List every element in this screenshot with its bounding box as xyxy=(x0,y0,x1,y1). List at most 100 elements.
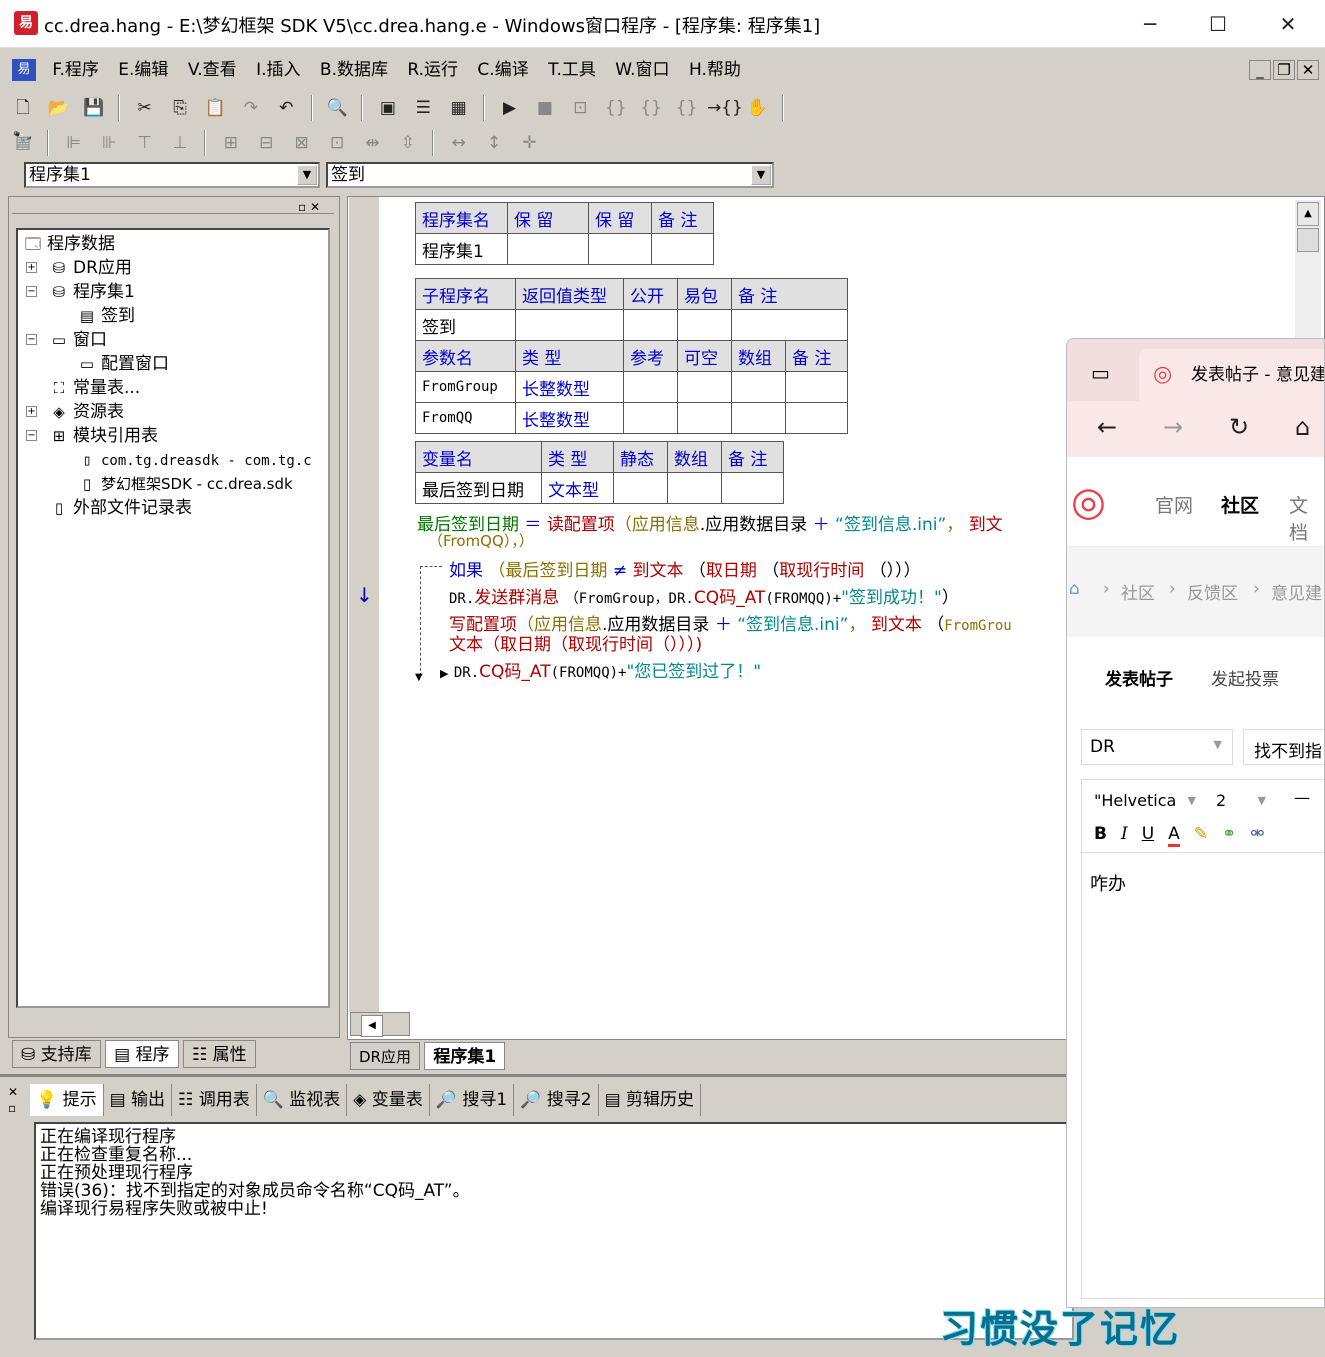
table-cell[interactable] xyxy=(785,371,848,403)
collapse-icon[interactable]: − xyxy=(26,430,37,441)
menu-compile[interactable]: C.编译 xyxy=(470,52,535,88)
table-cell[interactable]: 长整数型 xyxy=(515,402,624,434)
chevron-down-icon[interactable]: ▼ xyxy=(751,165,771,185)
output-close-button[interactable]: ✕ xyxy=(8,1084,18,1100)
tab-program[interactable]: ▤ 程序 xyxy=(105,1040,179,1068)
back-icon[interactable]: ← xyxy=(1097,413,1117,441)
table-cell[interactable] xyxy=(613,472,668,504)
step-icon[interactable]: ⊡ xyxy=(565,93,595,123)
table-cell[interactable] xyxy=(667,472,722,504)
tab-search1[interactable]: 🔎 搜寻1 xyxy=(430,1084,515,1116)
chevron-down-icon[interactable]: ▼ xyxy=(297,165,317,185)
new-file-icon[interactable]: 🗋 xyxy=(8,93,38,123)
spellcheck-icon[interactable]: ✎ xyxy=(1194,824,1208,844)
menu-help[interactable]: H.帮助 xyxy=(682,52,748,88)
stop-icon[interactable]: ■ xyxy=(530,93,560,123)
breadcrumb-item[interactable]: 反馈区 xyxy=(1187,579,1238,604)
height-icon[interactable]: ↕ xyxy=(479,128,509,158)
home-icon[interactable]: ⌂ xyxy=(1069,579,1080,599)
menu-tools[interactable]: T.工具 xyxy=(541,52,603,88)
code-line[interactable]: DR.发送群消息 （FromGroup，DR.CQ码_AT(FROMQQ)+"签… xyxy=(449,583,959,608)
hr-icon[interactable]: — xyxy=(1294,788,1310,807)
table-cell[interactable] xyxy=(507,233,589,265)
table-cell[interactable]: 文本型 xyxy=(541,472,614,504)
tab-new-poll[interactable]: 发起投票 xyxy=(1211,665,1279,690)
menu-database[interactable]: B.数据库 xyxy=(313,52,395,88)
table-cell[interactable] xyxy=(677,309,732,341)
save-icon[interactable]: 💾 xyxy=(79,93,109,123)
post-content[interactable]: 咋办 xyxy=(1090,870,1126,896)
table-cell[interactable] xyxy=(623,309,678,341)
tab-search2[interactable]: 🔎 搜寻2 xyxy=(514,1084,599,1116)
refresh-icon[interactable]: ↻ xyxy=(1229,413,1249,441)
tab-properties[interactable]: ☷ 属性 xyxy=(182,1040,256,1068)
menu-run[interactable]: R.运行 xyxy=(400,52,465,88)
mdi-minimize-button[interactable]: _ xyxy=(1249,60,1271,80)
table-cell[interactable]: 程序集1 xyxy=(415,233,508,265)
redo-icon[interactable]: ↷ xyxy=(236,93,266,123)
tree-item-res[interactable]: ◈ 资源表 xyxy=(48,400,124,424)
table-cell[interactable]: 最后签到日期 xyxy=(415,472,542,504)
italic-icon[interactable]: I xyxy=(1121,824,1128,844)
app-menu-icon[interactable]: 易 xyxy=(8,52,40,88)
undo-icon[interactable]: ↶ xyxy=(271,93,301,123)
same-height-icon[interactable]: ⊡ xyxy=(322,128,352,158)
tree-item-modules[interactable]: ⊞ 模块引用表 xyxy=(48,424,158,448)
breadcrumb-item[interactable]: 意见建 xyxy=(1271,579,1322,604)
table-cell[interactable]: FromGroup xyxy=(415,371,516,403)
cut-icon[interactable]: ✂ xyxy=(130,93,160,123)
center-h-icon[interactable]: ⊞ xyxy=(216,128,246,158)
align-left-icon[interactable]: ⊫ xyxy=(59,128,89,158)
find-icon[interactable]: 🔍 xyxy=(322,93,352,123)
table-cell[interactable] xyxy=(721,472,784,504)
center-v-icon[interactable]: ⊟ xyxy=(251,128,281,158)
nav-docs[interactable]: 文档 xyxy=(1289,491,1324,545)
tab-variables[interactable]: ◈ 变量表 xyxy=(347,1084,430,1116)
browser-tab[interactable]: ◎ 发表帖子 - 意见建 xyxy=(1139,349,1324,401)
menu-edit[interactable]: E.编辑 xyxy=(111,52,175,88)
mdi-restore-button[interactable]: ❐ xyxy=(1273,60,1295,80)
nav-official[interactable]: 官网 xyxy=(1155,491,1193,518)
minimize-button[interactable]: ─ xyxy=(1126,8,1174,40)
tab-dr[interactable]: DR应用 xyxy=(350,1042,420,1070)
table-cell[interactable] xyxy=(651,233,714,265)
type-select[interactable]: 找不到指 xyxy=(1243,729,1324,765)
close-button[interactable]: ✕ xyxy=(1264,8,1312,40)
table-cell[interactable] xyxy=(588,233,652,265)
tree-item-window[interactable]: ▭ 窗口 xyxy=(48,328,107,352)
tab-call-stack[interactable]: ☷ 调用表 xyxy=(172,1084,257,1116)
paste-icon[interactable]: 📋 xyxy=(200,93,230,123)
scroll-left-icon[interactable]: ◀ xyxy=(361,1015,383,1037)
copy-icon[interactable]: ⎘ xyxy=(165,93,195,123)
code-line[interactable]: 如果 （最后签到日期 ≠ 到文本 （取日期 （取现行时间 （））） xyxy=(449,556,921,581)
tab-program-set[interactable]: 程序集1 xyxy=(424,1042,506,1070)
table-cell[interactable] xyxy=(785,402,848,434)
size-icon[interactable]: ✛ xyxy=(515,128,545,158)
bold-icon[interactable]: B xyxy=(1094,824,1107,844)
tab-new-post[interactable]: 发表帖子 xyxy=(1105,665,1173,690)
h-scrollbar[interactable]: ◀ xyxy=(350,1012,410,1037)
output-box[interactable]: 正在编译现行程序 正在检查重复名称... 正在预处理现行程序 错误(36)：找不… xyxy=(34,1122,1074,1340)
underline-icon[interactable]: U xyxy=(1142,824,1154,844)
tree-item-module-2[interactable]: ▯ 梦幻框架SDK - cc.drea.sdk xyxy=(76,472,293,496)
grid-icon[interactable]: ▤ xyxy=(8,128,38,158)
tree-item-signin[interactable]: ▤ 签到 xyxy=(76,304,135,328)
forward-icon[interactable]: → xyxy=(1163,413,1183,441)
step-over-icon[interactable]: {} xyxy=(636,93,666,123)
table-cell[interactable] xyxy=(677,371,732,403)
menu-program[interactable]: F.程序 xyxy=(45,52,105,88)
align-bottom-icon[interactable]: ⊥ xyxy=(165,128,195,158)
width-icon[interactable]: ↔ xyxy=(444,128,474,158)
font-select[interactable]: "Helvetica ▼ xyxy=(1088,786,1200,816)
maximize-button[interactable]: ☐ xyxy=(1194,8,1242,40)
tree-item-set[interactable]: ⛁ 程序集1 xyxy=(48,280,135,304)
same-width-icon[interactable]: ⊠ xyxy=(287,128,317,158)
output-restore-button[interactable]: ▫ xyxy=(8,1100,18,1116)
open-folder-icon[interactable]: 📂 xyxy=(43,93,73,123)
scroll-up-icon[interactable]: ▲ xyxy=(1297,202,1319,226)
layout-3-icon[interactable]: ▦ xyxy=(444,93,474,123)
expand-icon[interactable]: + xyxy=(26,406,37,417)
tree-root[interactable]: 🗔 程序数据 xyxy=(22,232,115,256)
align-top-icon[interactable]: ⊤ xyxy=(130,128,160,158)
tab-output[interactable]: ▤ 输出 xyxy=(104,1084,173,1116)
